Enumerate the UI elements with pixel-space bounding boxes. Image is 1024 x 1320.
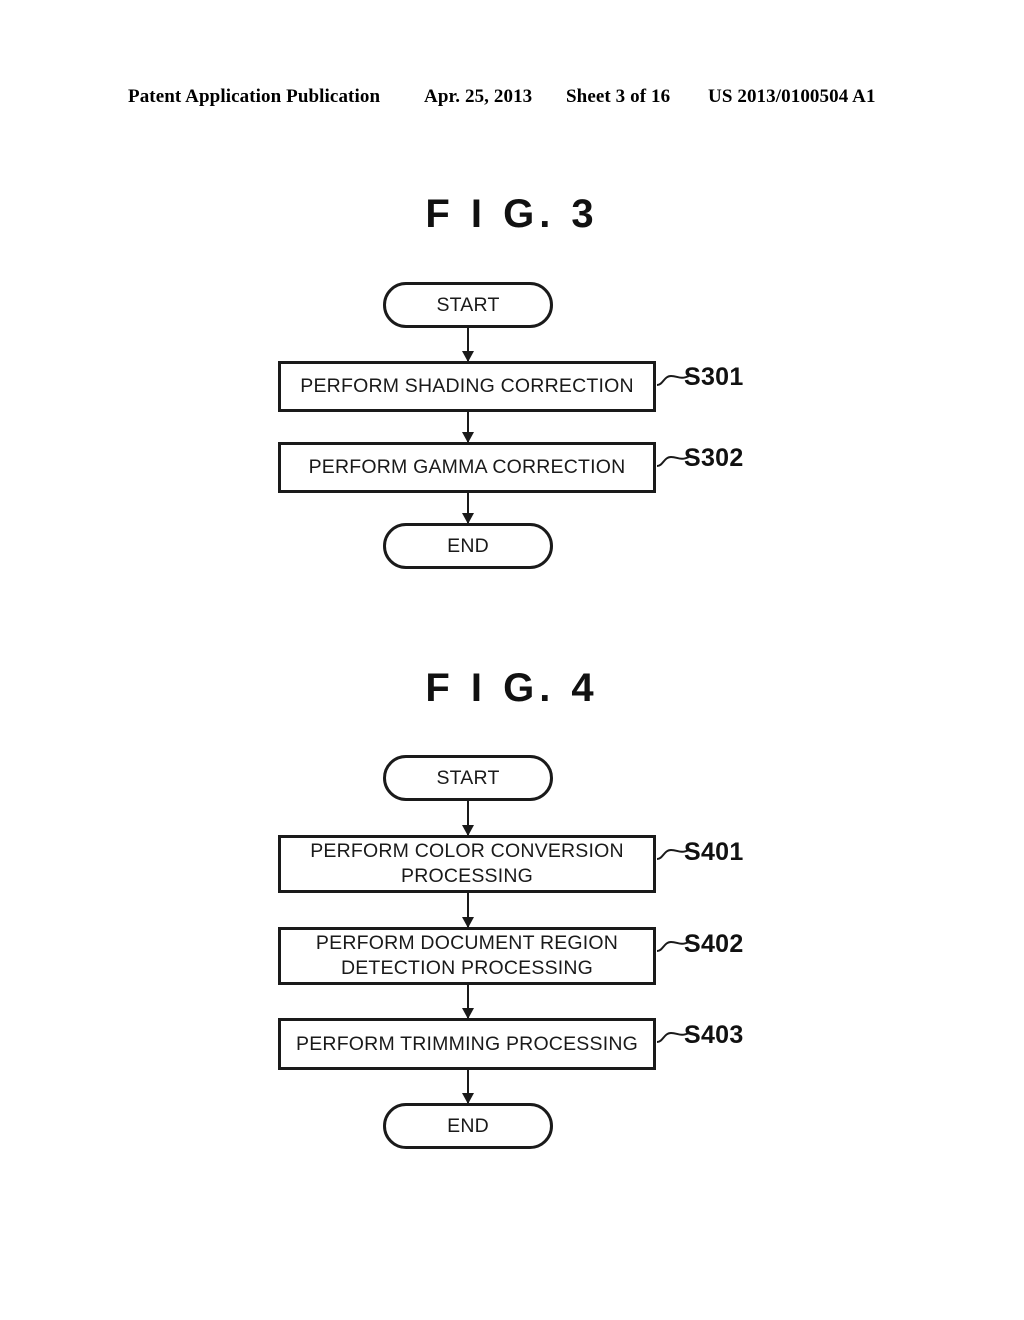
fig4-start-node: START [383, 755, 553, 801]
fig4-arrow-s401-to-s402 [467, 893, 469, 927]
fig4-arrow-s403-to-end [467, 1070, 469, 1103]
fig3-start-node: START [383, 282, 553, 328]
header-date-text: Apr. 25, 2013 [424, 86, 533, 107]
fig3-step-s301-box: PERFORM SHADING CORRECTION [278, 361, 656, 412]
fig3-arrow-start-to-s301 [467, 328, 469, 361]
fig4-arrow-s402-to-s403 [467, 985, 469, 1018]
fig3-arrow-s301-to-s302 [467, 412, 469, 442]
fig4-end-node: END [383, 1103, 553, 1149]
header-publication-text: Patent Application Publication [128, 86, 381, 107]
figure-4-title: F I G. 4 [425, 666, 599, 710]
fig3-end-node: END [383, 523, 553, 569]
fig4-step-s402-box: PERFORM DOCUMENT REGION DETECTION PROCES… [278, 927, 656, 985]
fig3-step-label-s302: S302 [684, 444, 744, 472]
fig3-arrow-s302-to-end [467, 493, 469, 523]
header-publication-number: US 2013/0100504 A1 [708, 86, 876, 107]
page-header: Patent Application Publication Apr. 25, … [0, 86, 1024, 114]
fig4-step-label-s403: S403 [684, 1021, 744, 1049]
fig4-step-s401-box: PERFORM COLOR CONVERSION PROCESSING [278, 835, 656, 893]
fig4-arrow-start-to-s401 [467, 801, 469, 835]
fig3-step-label-s301: S301 [684, 363, 744, 391]
fig4-step-label-s401: S401 [684, 838, 744, 866]
fig4-step-label-s402: S402 [684, 930, 744, 958]
figure-3-title: F I G. 3 [425, 192, 599, 236]
fig4-step-s403-box: PERFORM TRIMMING PROCESSING [278, 1018, 656, 1070]
fig3-step-s302-box: PERFORM GAMMA CORRECTION [278, 442, 656, 493]
header-sheet-text: Sheet 3 of 16 [566, 86, 671, 107]
